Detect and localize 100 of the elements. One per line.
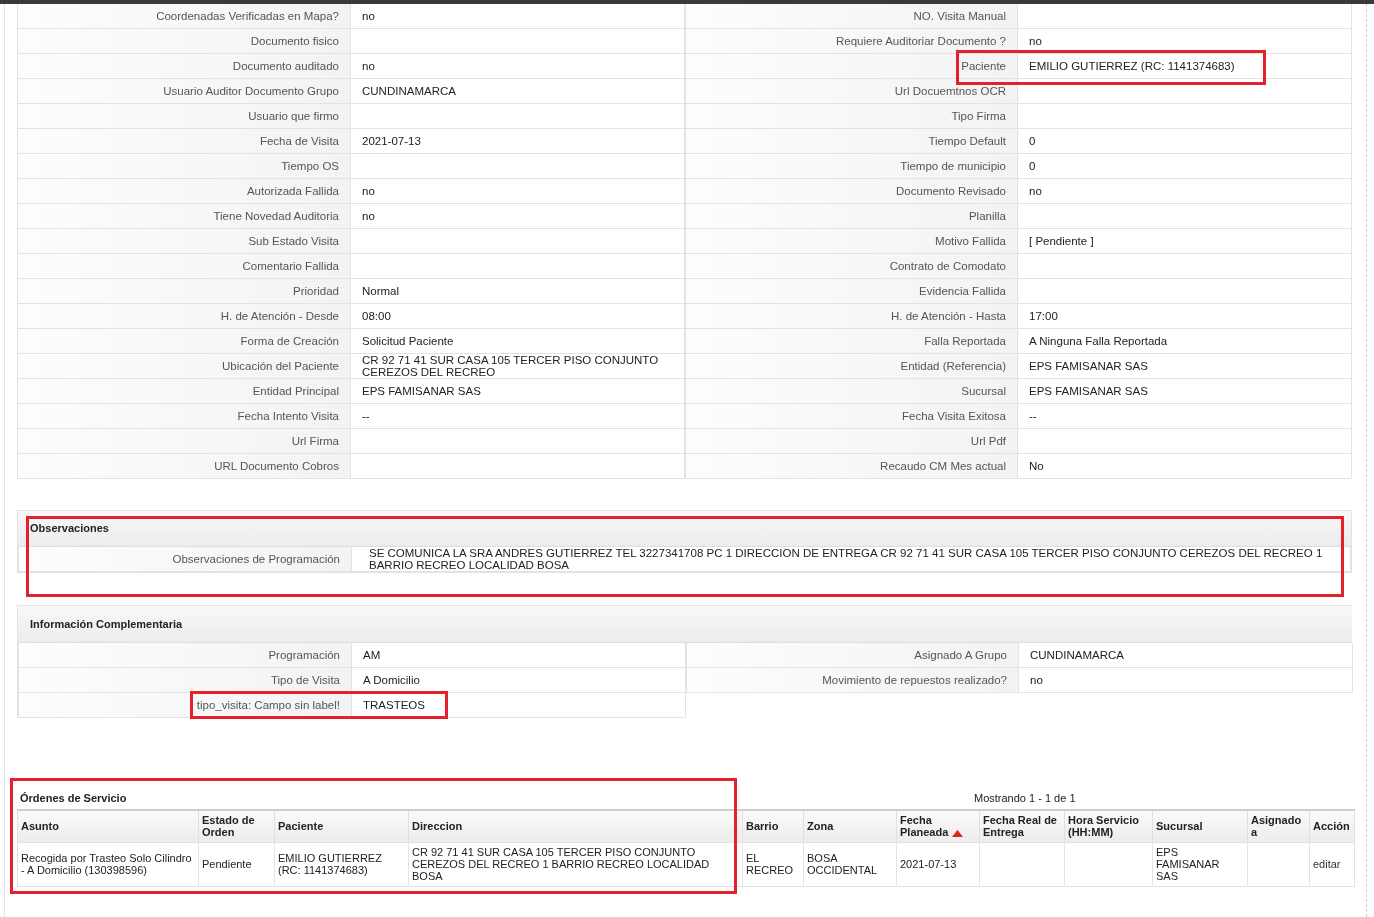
field-label: Url Firma (17, 429, 351, 454)
field-value: no (351, 54, 685, 79)
column-header[interactable]: Direccion (408, 810, 743, 842)
table-cell: CR 92 71 41 SUR CASA 105 TERCER PISO CONJUNTO CEREZOS DEL RECREO 1 BARRIO RECREO LOCALIDAD BOSA (408, 842, 743, 886)
field-label: Usuario Auditor Documento Grupo (17, 79, 351, 104)
field-label: Evidencia Fallida (685, 279, 1018, 304)
field-value: No (1018, 454, 1352, 479)
section-title: Órdenes de Servicio (19, 792, 128, 804)
field-label: Usuario que firmo (17, 104, 351, 129)
field-label: Tipo Firma (685, 104, 1018, 129)
column-header[interactable]: Acción (1309, 810, 1355, 842)
column-header[interactable]: Paciente (274, 810, 409, 842)
field-value: EPS FAMISANAR SAS (351, 379, 685, 404)
field-label: Comentario Fallida (17, 254, 351, 279)
column-header[interactable]: Barrio (742, 810, 804, 842)
section-header: Información Complementaria (18, 606, 1352, 643)
field-label: Sub Estado Visita (17, 229, 351, 254)
field-label: Autorizada Fallida (17, 179, 351, 204)
field-label: Sucursal (685, 379, 1018, 404)
field-label: Recaudo CM Mes actual (685, 454, 1018, 479)
field-value: Solicitud Paciente (351, 329, 685, 354)
field-value: A Ninguna Falla Reportada (1018, 329, 1352, 354)
field-label: Forma de Creación (17, 329, 351, 354)
field-label: Fecha Visita Exitosa (685, 404, 1018, 429)
field-label: Tipo de Visita (18, 668, 352, 693)
table-cell: EPS FAMISANAR SAS (1152, 842, 1248, 886)
field-value: EPS FAMISANAR SAS (1018, 354, 1352, 379)
field-value: [ Pendiente ] (1018, 229, 1352, 254)
field-label: Asignado A Grupo (686, 643, 1019, 668)
edit-link[interactable]: editar (1313, 858, 1341, 870)
table-cell: EL RECREO (742, 842, 804, 886)
field-label: Programación (18, 643, 352, 668)
table-cell: EMILIO GUTIERREZ (RC: 1141374683) (274, 842, 409, 886)
field-label: Documento fisico (17, 29, 351, 54)
field-label: Tiempo de municipio (685, 154, 1018, 179)
field-label: NO. Visita Manual (685, 4, 1018, 29)
field-value: no (351, 179, 685, 204)
field-label: Documento auditado (17, 54, 351, 79)
field-label: H. de Atención - Desde (17, 304, 351, 329)
column-header[interactable]: Asunto (17, 810, 199, 842)
field-value: no (351, 4, 685, 29)
field-label: Entidad (Referencia) (685, 354, 1018, 379)
field-value: 0 (1018, 129, 1352, 154)
field-label: Tiempo Default (685, 129, 1018, 154)
field-label: Ubicación del Paciente (17, 354, 351, 379)
field-label: Documento Revisado (685, 179, 1018, 204)
field-label: URL Documento Cobros (17, 454, 351, 479)
field-label: Contrato de Comodato (685, 254, 1018, 279)
field-value: EMILIO GUTIERREZ (RC: 1141374683) (1018, 54, 1352, 79)
field-value: no (1018, 29, 1352, 54)
table-cell: Recogida por Trasteo Solo Cilindro - A Domicilio (130398596) (17, 842, 199, 886)
field-label: Tiene Novedad Auditoria (17, 204, 351, 229)
field-label: tipo_visita: Campo sin label! (18, 693, 352, 718)
column-header[interactable]: Asignado a (1247, 810, 1310, 842)
field-label: Observaciones de Programación (18, 547, 352, 572)
field-value: CUNDINAMARCA (1019, 643, 1353, 668)
column-header[interactable]: Estado de Orden (198, 810, 275, 842)
pagination-info: Mostrando 1 - 1 de 1 (974, 792, 1076, 804)
column-header[interactable]: Zona (803, 810, 897, 842)
section-header: Observaciones (18, 511, 1351, 547)
field-value: CUNDINAMARCA (351, 79, 685, 104)
field-value: no (1019, 668, 1353, 693)
field-value: no (1018, 179, 1352, 204)
column-header[interactable]: Fecha Real de Entrega (979, 810, 1065, 842)
field-label: Requiere Auditoriar Documento ? (685, 29, 1018, 54)
field-label: Prioridad (17, 279, 351, 304)
column-header[interactable]: Sucursal (1152, 810, 1248, 842)
field-label: Coordenadas Verificadas en Mapa? (17, 4, 351, 29)
field-label: Url Docuemtnos OCR (685, 79, 1018, 104)
field-label: Fecha de Visita (17, 129, 351, 154)
field-value: TRASTEOS (352, 693, 686, 718)
field-label: H. de Atención - Hasta (685, 304, 1018, 329)
field-label: Paciente (685, 54, 1018, 79)
field-label: Tiempo OS (17, 154, 351, 179)
field-label: Motivo Fallida (685, 229, 1018, 254)
field-value: AM (352, 643, 686, 668)
field-value: 2021-07-13 (351, 129, 685, 154)
sort-up-icon[interactable] (952, 829, 964, 837)
table-cell: 2021-07-13 (896, 842, 980, 886)
field-value: -- (1018, 404, 1352, 429)
column-header[interactable]: Fecha Planeada (896, 810, 980, 842)
field-value: CR 92 71 41 SUR CASA 105 TERCER PISO CONJUNTO CEREZOS DEL RECREO (351, 354, 685, 379)
field-label: Planilla (685, 204, 1018, 229)
column-header[interactable]: Hora Servicio (HH:MM) (1064, 810, 1153, 842)
field-value: 0 (1018, 154, 1352, 179)
field-value: Normal (351, 279, 685, 304)
field-value: 08:00 (351, 304, 685, 329)
field-value: 17:00 (1018, 304, 1352, 329)
field-value: A Domicilio (352, 668, 686, 693)
table-cell: Pendiente (198, 842, 275, 886)
field-value: no (351, 204, 685, 229)
field-label: Falla Reportada (685, 329, 1018, 354)
field-value: EPS FAMISANAR SAS (1018, 379, 1352, 404)
field-value: SE COMUNICA LA SRA ANDRES GUTIERREZ TEL 3227341708 PC 1 DIRECCION DE ENTREGA CR 92 71 41 SUR CASA 105 TERCER PISO CONJUNTO CEREZOS DEL RECREO 1 BARRIO RECREO LOCALIDAD BOSA (352, 547, 1351, 572)
field-value: -- (351, 404, 685, 429)
field-label: Fecha Intento Visita (17, 404, 351, 429)
field-label: Url Pdf (685, 429, 1018, 454)
field-label: Entidad Principal (17, 379, 351, 404)
table-cell: BOSA OCCIDENTAL (803, 842, 897, 886)
field-label: Movimiento de repuestos realizado? (686, 668, 1019, 693)
